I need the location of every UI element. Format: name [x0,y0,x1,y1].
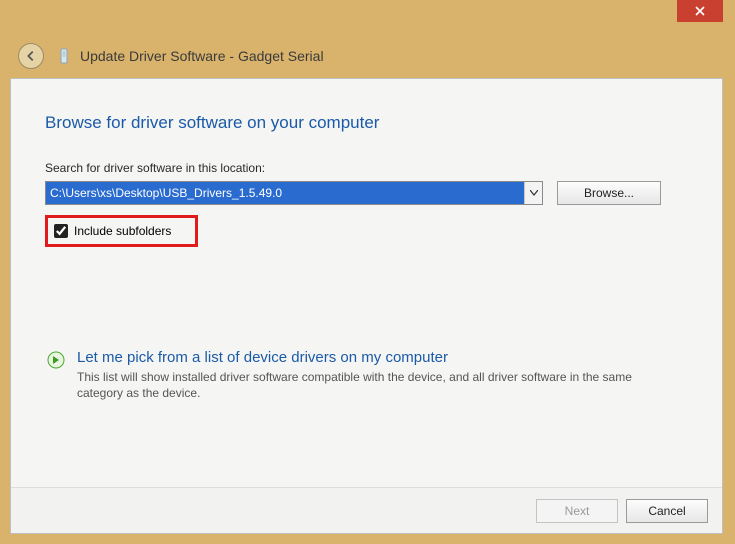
include-subfolders-checkbox[interactable]: Include subfolders [52,220,183,242]
wizard-footer: Next Cancel [11,487,722,533]
arrow-right-icon [47,351,65,369]
pick-from-list-title: Let me pick from a list of device driver… [77,349,637,366]
path-input[interactable] [46,182,524,204]
close-icon [695,6,705,16]
cancel-button[interactable]: Cancel [626,499,708,523]
window-chrome: Update Driver Software - Gadget Serial B… [0,0,735,544]
path-dropdown-toggle[interactable] [524,182,542,204]
back-button[interactable] [18,43,44,69]
window-close-button[interactable] [677,0,723,22]
client-area: Browse for driver software on your compu… [10,78,723,534]
pick-from-list-option[interactable]: Let me pick from a list of device driver… [45,343,688,407]
device-icon [56,48,72,64]
page-heading: Browse for driver software on your compu… [45,113,688,133]
content: Browse for driver software on your compu… [11,79,722,533]
next-button: Next [536,499,618,523]
path-row: Browse... [45,181,688,205]
browse-button[interactable]: Browse... [557,181,661,205]
path-combobox[interactable] [45,181,543,205]
arrow-left-icon [24,49,38,63]
include-subfolders-input[interactable] [54,224,68,238]
search-location-label: Search for driver software in this locat… [45,161,688,175]
pick-from-list-description: This list will show installed driver sof… [77,369,637,401]
include-subfolders-highlight: Include subfolders [45,215,198,247]
include-subfolders-label: Include subfolders [74,224,171,238]
pick-from-list-text: Let me pick from a list of device driver… [77,349,637,401]
title-bar: Update Driver Software - Gadget Serial [0,34,735,78]
window-title: Update Driver Software - Gadget Serial [80,48,324,64]
chevron-down-icon [530,190,538,196]
